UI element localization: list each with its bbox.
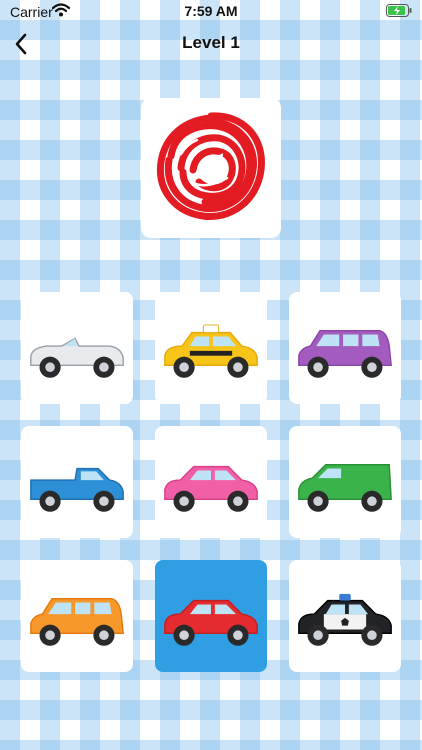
car-card-taxi[interactable]	[155, 292, 267, 404]
sedan-car-icon	[164, 599, 258, 646]
battery-charging-icon	[386, 4, 412, 22]
status-bar: Carrier 7:59 AM	[0, 0, 422, 24]
car-card-police-car[interactable]	[289, 560, 401, 672]
page-title: Level 1	[182, 33, 240, 52]
convertible-car-icon	[30, 337, 124, 378]
station-wagon-car-icon	[30, 597, 124, 646]
car-card-sedan[interactable]	[155, 560, 267, 672]
car-card-van[interactable]	[289, 426, 401, 538]
police-car-car-icon	[298, 593, 392, 646]
hatchback-car-icon	[164, 465, 258, 512]
pickup-truck-car-icon	[30, 467, 124, 512]
taxi-car-icon	[164, 324, 258, 378]
target-color-card	[141, 98, 281, 238]
clock: 7:59 AM	[184, 3, 238, 19]
car-card-station-wagon[interactable]	[21, 560, 133, 672]
van-car-icon	[298, 463, 392, 512]
car-card-pickup-truck[interactable]	[21, 426, 133, 538]
car-card-hatchback[interactable]	[155, 426, 267, 538]
suv-car-icon	[298, 329, 392, 378]
car-card-convertible[interactable]	[21, 292, 133, 404]
car-card-suv[interactable]	[289, 292, 401, 404]
navigation-bar: Level 1	[0, 24, 422, 64]
red-scribble-icon	[156, 112, 265, 221]
